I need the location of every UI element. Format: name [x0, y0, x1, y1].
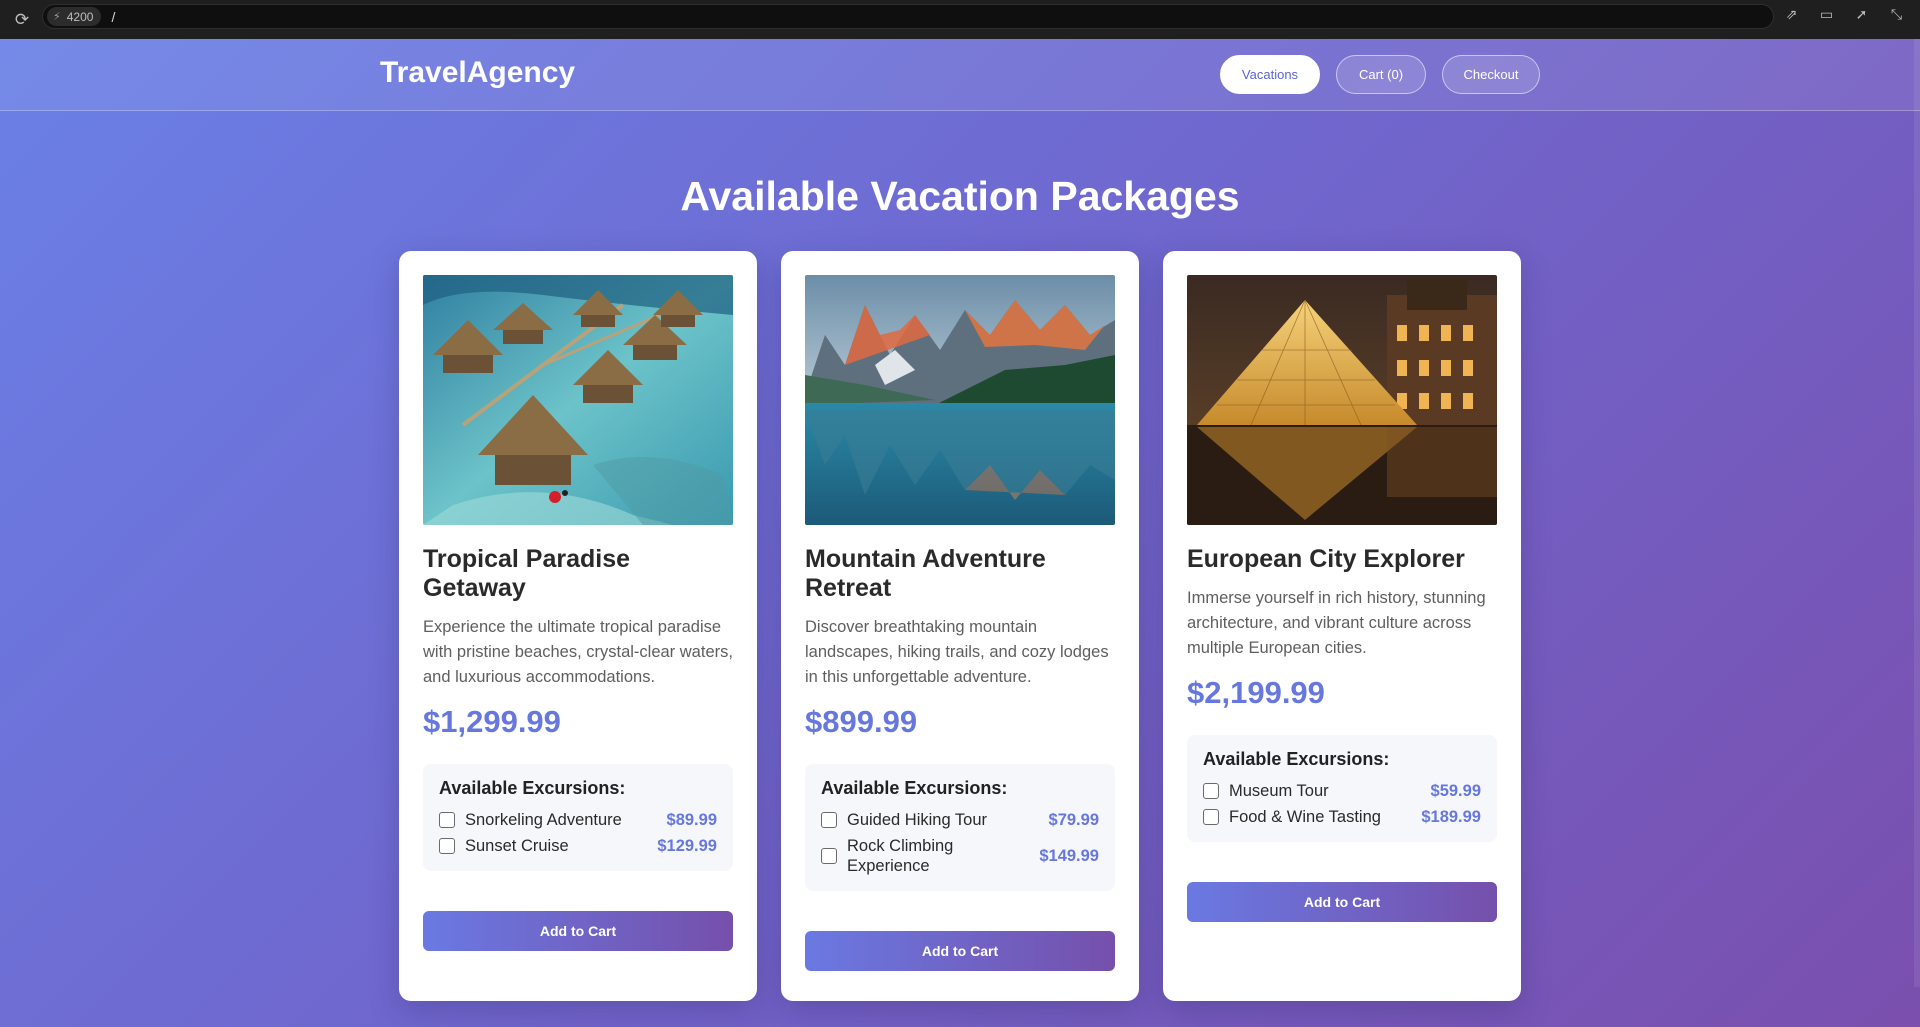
excursion-price: $79.99 [1048, 810, 1099, 829]
add-to-cart-button[interactable]: Add to Cart [1187, 882, 1497, 922]
package-image-european [1187, 275, 1497, 525]
package-price: $899.99 [805, 704, 918, 739]
excursion-item[interactable]: Snorkeling Adventure $89.99 [439, 807, 717, 833]
excursions-heading: Available Excursions: [821, 778, 1008, 798]
browser-toolbar: ⟳ ⚡ 4200 / ⇗ ▭ ➚ ⤡ [0, 0, 1920, 39]
brand-logo[interactable]: TravelAgency [380, 56, 575, 90]
page-body: TravelAgency Vacations Cart (0) Checkout… [0, 39, 1920, 1027]
add-to-cart-button[interactable]: Add to Cart [423, 911, 733, 951]
package-description: Immerse yourself in rich history, stunni… [1187, 589, 1486, 657]
package-title: Tropical Paradise Getaway [423, 545, 631, 602]
excursion-name: Rock Climbing Experience [847, 837, 954, 875]
package-price: $1,299.99 [423, 704, 561, 739]
nav-buttons: Vacations Cart (0) Checkout [1220, 55, 1540, 94]
excursions-heading: Available Excursions: [439, 778, 626, 798]
excursion-name: Food & Wine Tasting [1229, 808, 1381, 826]
collapse-icon[interactable]: ⤡ [1887, 6, 1906, 25]
device-toggle-icon[interactable]: ▭ [1817, 6, 1836, 25]
excursions-panel: Available Excursions: Guided Hiking Tour… [805, 764, 1115, 891]
excursion-price: $129.99 [657, 836, 717, 855]
excursion-price: $149.99 [1039, 846, 1099, 865]
package-title: European City Explorer [1187, 545, 1465, 573]
url-path: / [111, 8, 116, 25]
package-title: Mountain Adventure Retreat [805, 545, 1046, 602]
package-card-tropical: Tropical Paradise Getaway Experience the… [399, 251, 757, 1001]
port-chip[interactable]: ⚡ 4200 [47, 7, 102, 26]
excursions-panel: Available Excursions: Museum Tour $59.99… [1187, 735, 1497, 842]
excursion-item[interactable]: Museum Tour $59.99 [1203, 778, 1481, 804]
excursion-item[interactable]: Rock Climbing Experience $149.99 [821, 833, 1099, 879]
plug-icon: ⚡ [53, 10, 61, 23]
page-scrollbar[interactable] [1914, 39, 1920, 987]
package-description: Discover breathtaking mountain landscape… [805, 618, 1109, 686]
excursion-checkbox[interactable] [439, 812, 455, 828]
excursions-heading: Available Excursions: [1203, 749, 1390, 769]
excursion-checkbox[interactable] [1203, 783, 1219, 799]
excursions-panel: Available Excursions: Snorkeling Adventu… [423, 764, 733, 871]
address-bar[interactable]: ⚡ 4200 / [42, 4, 1774, 29]
excursion-checkbox[interactable] [439, 838, 455, 854]
package-image-mountain [805, 275, 1115, 525]
package-card-mountain: Mountain Adventure Retreat Discover brea… [781, 251, 1139, 1001]
excursion-price: $89.99 [666, 810, 717, 829]
excursion-name: Sunset Cruise [465, 837, 569, 855]
inspect-cursor-icon[interactable]: ➚ [1852, 6, 1871, 25]
excursion-checkbox[interactable] [1203, 809, 1219, 825]
nav-vacations-button[interactable]: Vacations [1220, 55, 1320, 94]
excursion-checkbox[interactable] [821, 848, 837, 864]
package-price: $2,199.99 [1187, 675, 1325, 710]
page-title: Available Vacation Packages [680, 173, 1240, 219]
excursion-item[interactable]: Food & Wine Tasting $189.99 [1203, 804, 1481, 830]
package-list: Tropical Paradise Getaway Experience the… [399, 251, 1521, 1001]
open-external-icon[interactable]: ⇗ [1782, 6, 1801, 25]
package-description: Experience the ultimate tropical paradis… [423, 618, 733, 686]
excursion-name: Museum Tour [1229, 782, 1329, 800]
excursion-checkbox[interactable] [821, 812, 837, 828]
nav-cart-button[interactable]: Cart (0) [1336, 55, 1426, 94]
nav-checkout-button[interactable]: Checkout [1442, 55, 1540, 94]
package-card-european: European City Explorer Immerse yourself … [1163, 251, 1521, 1001]
excursion-name: Snorkeling Adventure [465, 811, 622, 829]
top-navigation: TravelAgency Vacations Cart (0) Checkout [0, 39, 1920, 111]
package-image-tropical [423, 275, 733, 525]
add-to-cart-button[interactable]: Add to Cart [805, 931, 1115, 971]
excursion-price: $59.99 [1430, 781, 1481, 800]
excursion-item[interactable]: Guided Hiking Tour $79.99 [821, 807, 1099, 833]
port-label: 4200 [66, 9, 94, 24]
excursion-item[interactable]: Sunset Cruise $129.99 [439, 833, 717, 859]
excursion-name: Guided Hiking Tour [847, 811, 988, 829]
excursion-price: $189.99 [1421, 807, 1481, 826]
reload-icon[interactable]: ⟳ [11, 9, 33, 31]
